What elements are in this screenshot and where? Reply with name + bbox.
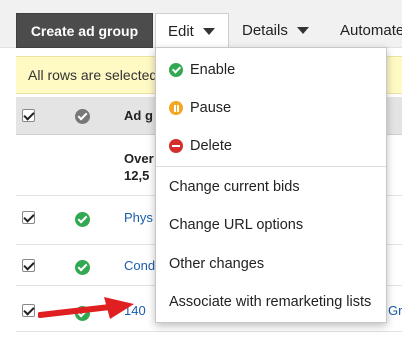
- ad-group-link-suffix[interactable]: Gro: [388, 303, 402, 318]
- menu-item-enable[interactable]: Enable: [156, 51, 386, 89]
- ad-group-column-header[interactable]: Ad g: [124, 108, 153, 123]
- chevron-down-icon: [202, 27, 215, 35]
- select-all-checkbox[interactable]: [22, 109, 35, 122]
- menu-item-associate-remarketing[interactable]: Associate with remarketing lists: [156, 283, 386, 321]
- ad-group-link[interactable]: Phys: [124, 210, 153, 225]
- minus-circle-icon: [169, 139, 183, 153]
- details-menu-button[interactable]: Details: [242, 13, 309, 48]
- menu-item-label: Delete: [190, 138, 232, 154]
- toolbar: Create ad group Edit Details Automate: [0, 0, 402, 48]
- ad-group-link[interactable]: Cond: [124, 258, 155, 273]
- pause-circle-icon: [169, 101, 183, 115]
- check-circle-icon: [169, 63, 183, 77]
- overall-label: Over: [124, 151, 154, 166]
- menu-item-label: Enable: [190, 62, 236, 78]
- edit-label: Edit: [168, 22, 194, 40]
- menu-item-change-bids[interactable]: Change current bids: [156, 168, 386, 206]
- selection-banner-text: All rows are selected: [28, 67, 158, 83]
- edit-menu-button[interactable]: Edit: [155, 13, 229, 48]
- enabled-status-icon: [75, 212, 90, 227]
- menu-item-label: Change current bids: [169, 179, 300, 195]
- automate-label: Automate: [340, 22, 402, 39]
- chevron-down-icon: [296, 27, 309, 34]
- automate-menu-button[interactable]: Automate: [340, 13, 402, 48]
- enabled-status-icon: [75, 260, 90, 275]
- red-arrow-annotation: [38, 297, 134, 319]
- menu-item-pause[interactable]: Pause: [156, 89, 386, 127]
- menu-item-label: Other changes: [169, 256, 265, 272]
- row-checkbox[interactable]: [22, 259, 35, 272]
- menu-item-label: Change URL options: [169, 217, 304, 233]
- menu-item-delete[interactable]: Delete: [156, 127, 386, 165]
- details-label: Details: [242, 22, 288, 39]
- edit-dropdown-menu: Enable Pause Delete Change current bids …: [155, 47, 387, 323]
- menu-item-label: Pause: [190, 100, 232, 116]
- row-checkbox[interactable]: [22, 211, 35, 224]
- menu-item-label: Associate with remarketing lists: [169, 294, 372, 310]
- row-checkbox[interactable]: [22, 304, 35, 317]
- overall-value: 12,5: [124, 168, 150, 183]
- menu-item-other-changes[interactable]: Other changes: [156, 245, 386, 283]
- status-column-icon: [75, 109, 90, 124]
- menu-divider: [156, 166, 386, 167]
- create-ad-group-button[interactable]: Create ad group: [16, 13, 153, 48]
- menu-item-change-url-options[interactable]: Change URL options: [156, 206, 386, 244]
